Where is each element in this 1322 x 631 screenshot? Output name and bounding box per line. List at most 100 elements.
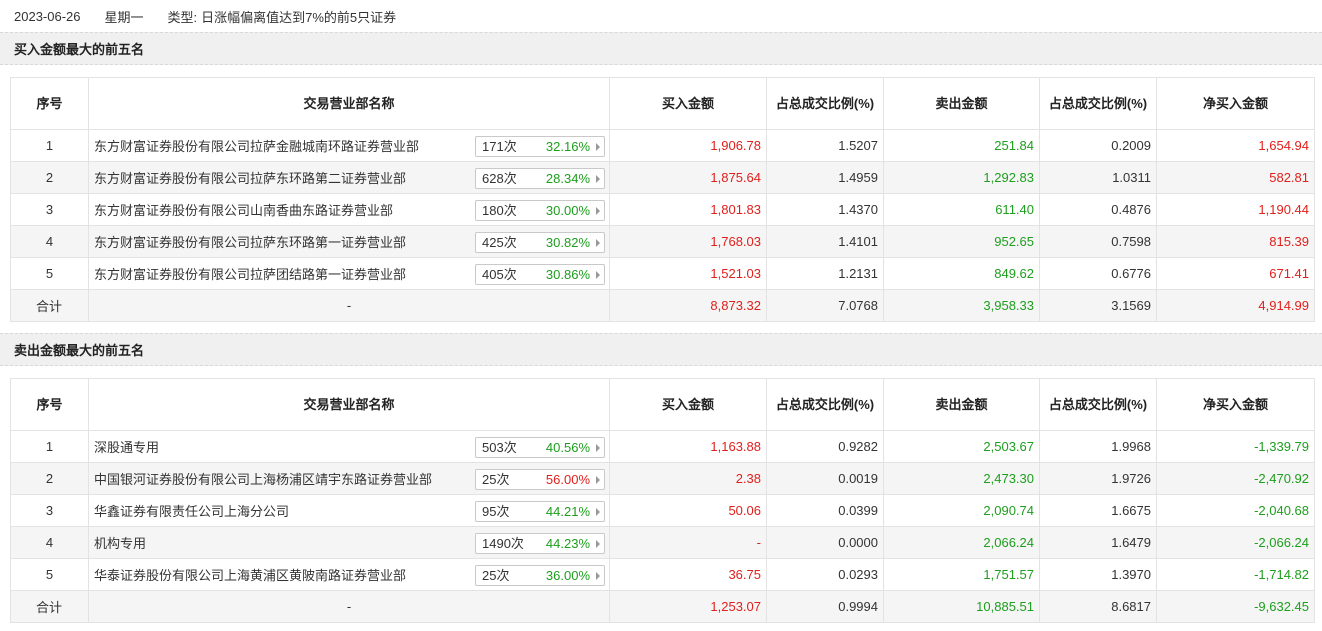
listing-count: 95次: [482, 504, 510, 519]
sell-amount: 2,066.24: [883, 526, 1040, 559]
col-header-sell: 卖出金额: [883, 77, 1040, 130]
col-header-net: 净买入金额: [1156, 378, 1315, 431]
caret-right-icon: [596, 175, 600, 183]
net-buy-amount: 815.39: [1156, 225, 1315, 258]
branch-cell: 东方财富证券股份有限公司拉萨团结路第一证券营业部 405次 30.86%: [88, 257, 610, 290]
buy-amount: 36.75: [609, 558, 767, 591]
buy-amount: -: [609, 526, 767, 559]
net-buy-amount: -1,714.82: [1156, 558, 1315, 591]
branch-stats-badge[interactable]: 405次 30.86%: [475, 264, 605, 285]
buy-table-body: 1 东方财富证券股份有限公司拉萨金融城南环路证券营业部 171次 32.16% 1,90…: [10, 129, 1315, 322]
total-label: 合计: [10, 289, 89, 322]
listing-count: 425次: [482, 235, 517, 250]
col-header-name: 交易营业部名称: [88, 378, 610, 431]
col-header-idx: 序号: [10, 77, 89, 130]
buy-ratio: 1.4959: [766, 161, 884, 194]
sell-ratio: 0.6776: [1039, 257, 1157, 290]
sell-ratio: 0.2009: [1039, 129, 1157, 162]
buy-amount: 1,875.64: [609, 161, 767, 194]
branch-stats-badge[interactable]: 95次 44.21%: [475, 501, 605, 522]
branch-stats-badge[interactable]: 25次 36.00%: [475, 565, 605, 586]
caret-right-icon: [596, 508, 600, 516]
success-rate: 40.56%: [545, 440, 590, 455]
buy-amount: 2.38: [609, 462, 767, 495]
caret-right-icon: [596, 239, 600, 247]
sell-ratio: 1.6675: [1039, 494, 1157, 527]
branch-stats-badge[interactable]: 1490次 44.23%: [475, 533, 605, 554]
branch-stats-badge[interactable]: 171次 32.16%: [475, 136, 605, 157]
col-header-idx: 序号: [10, 378, 89, 431]
row-index: 1: [10, 129, 89, 162]
caret-right-icon: [596, 143, 600, 151]
weekday: 星期一: [104, 9, 144, 25]
branch-stats-badge[interactable]: 503次 40.56%: [475, 437, 605, 458]
branch-name-link[interactable]: 深股通专用: [94, 437, 159, 456]
listing-count: 25次: [482, 472, 510, 487]
buy-amount: 1,163.88: [609, 430, 767, 463]
row-index: 4: [10, 225, 89, 258]
buy-section-title: 买入金额最大的前五名: [0, 32, 1322, 65]
sell-table-body: 1 深股通专用 503次 40.56% 1,163.88 0.9282 2,503.67 1.…: [10, 430, 1315, 623]
listing-count: 25次: [482, 568, 510, 583]
total-name-placeholder: -: [88, 289, 610, 322]
branch-name-link[interactable]: 东方财富证券股份有限公司拉萨团结路第一证券营业部: [94, 264, 406, 283]
branch-name-link[interactable]: 东方财富证券股份有限公司拉萨东环路第一证券营业部: [94, 232, 406, 251]
net-buy-amount: 1,654.94: [1156, 129, 1315, 162]
branch-cell: 华泰证券股份有限公司上海黄浦区黄陂南路证券营业部 25次 36.00%: [88, 558, 610, 591]
listing-count: 180次: [482, 203, 517, 218]
buy-ratio: 1.4370: [766, 193, 884, 226]
success-rate: 44.23%: [545, 536, 590, 551]
total-sell-ratio: 8.6817: [1039, 590, 1157, 623]
sell-amount: 849.62: [883, 257, 1040, 290]
branch-stats-badge[interactable]: 180次 30.00%: [475, 200, 605, 221]
listing-count: 171次: [482, 139, 517, 154]
caret-right-icon: [596, 540, 600, 548]
branch-name-link[interactable]: 华泰证券股份有限公司上海黄浦区黄陂南路证券营业部: [94, 565, 406, 584]
net-buy-amount: 671.41: [1156, 257, 1315, 290]
net-buy-amount: 1,190.44: [1156, 193, 1315, 226]
total-row: 合计 -8,873.32 7.0768 3,958.33 3.1569 4,914.99: [10, 289, 1315, 322]
branch-name-link[interactable]: 机构专用: [94, 533, 146, 552]
branch-name-link[interactable]: 中国银河证券股份有限公司上海杨浦区靖宇东路证券营业部: [94, 469, 432, 488]
table-row: 1 深股通专用 503次 40.56% 1,163.88 0.9282 2,503.67 1.…: [10, 430, 1315, 463]
buy-ratio: 1.4101: [766, 225, 884, 258]
col-header-buy-ratio: 占总成交比例(%): [766, 77, 884, 130]
branch-name-link[interactable]: 东方财富证券股份有限公司拉萨东环路第二证券营业部: [94, 168, 406, 187]
success-rate: 30.82%: [545, 235, 590, 250]
success-rate: 30.00%: [545, 203, 590, 218]
branch-name-link[interactable]: 东方财富证券股份有限公司山南香曲东路证券营业部: [94, 200, 393, 219]
type-value: 日涨幅偏离值达到7%的前5只证券: [201, 9, 397, 25]
buy-amount: 1,768.03: [609, 225, 767, 258]
net-buy-amount: -2,040.68: [1156, 494, 1315, 527]
sell-ratio: 1.3970: [1039, 558, 1157, 591]
buy-ratio: 0.0000: [766, 526, 884, 559]
sell-top5-table: 序号 交易营业部名称 买入金额 占总成交比例(%) 卖出金额 占总成交比例(%)…: [10, 378, 1315, 623]
buy-amount: 50.06: [609, 494, 767, 527]
col-header-buy: 买入金额: [609, 378, 767, 431]
branch-cell: 机构专用 1490次 44.23%: [88, 526, 610, 559]
col-header-sell-ratio: 占总成交比例(%): [1039, 77, 1157, 130]
branch-name-link[interactable]: 东方财富证券股份有限公司拉萨金融城南环路证券营业部: [94, 136, 419, 155]
branch-cell: 东方财富证券股份有限公司拉萨金融城南环路证券营业部 171次 32.16%: [88, 129, 610, 162]
net-buy-amount: -2,470.92: [1156, 462, 1315, 495]
total-buy-amount: 1,253.07: [609, 590, 767, 623]
branch-stats-badge[interactable]: 425次 30.82%: [475, 232, 605, 253]
row-index: 2: [10, 161, 89, 194]
top-info-bar: 2023-06-26 星期一 类型: 日涨幅偏离值达到7%的前5只证券: [0, 0, 1322, 32]
total-row: 合计 -1,253.07 0.9994 10,885.51 8.6817 -9,632.4…: [10, 590, 1315, 623]
sell-amount: 611.40: [883, 193, 1040, 226]
buy-amount: 1,801.83: [609, 193, 767, 226]
row-index: 5: [10, 558, 89, 591]
sell-amount: 2,503.67: [883, 430, 1040, 463]
branch-stats-badge[interactable]: 25次 56.00%: [475, 469, 605, 490]
row-index: 5: [10, 257, 89, 290]
buy-ratio: 0.9282: [766, 430, 884, 463]
table-row: 3 东方财富证券股份有限公司山南香曲东路证券营业部 180次 30.00% 1,801.…: [10, 193, 1315, 226]
sell-ratio: 1.9968: [1039, 430, 1157, 463]
sell-ratio: 0.7598: [1039, 225, 1157, 258]
listing-count: 503次: [482, 440, 517, 455]
branch-stats-badge[interactable]: 628次 28.34%: [475, 168, 605, 189]
total-sell-amount: 10,885.51: [883, 590, 1040, 623]
branch-name-link[interactable]: 华鑫证券有限责任公司上海分公司: [94, 501, 289, 520]
success-rate: 56.00%: [545, 472, 590, 487]
